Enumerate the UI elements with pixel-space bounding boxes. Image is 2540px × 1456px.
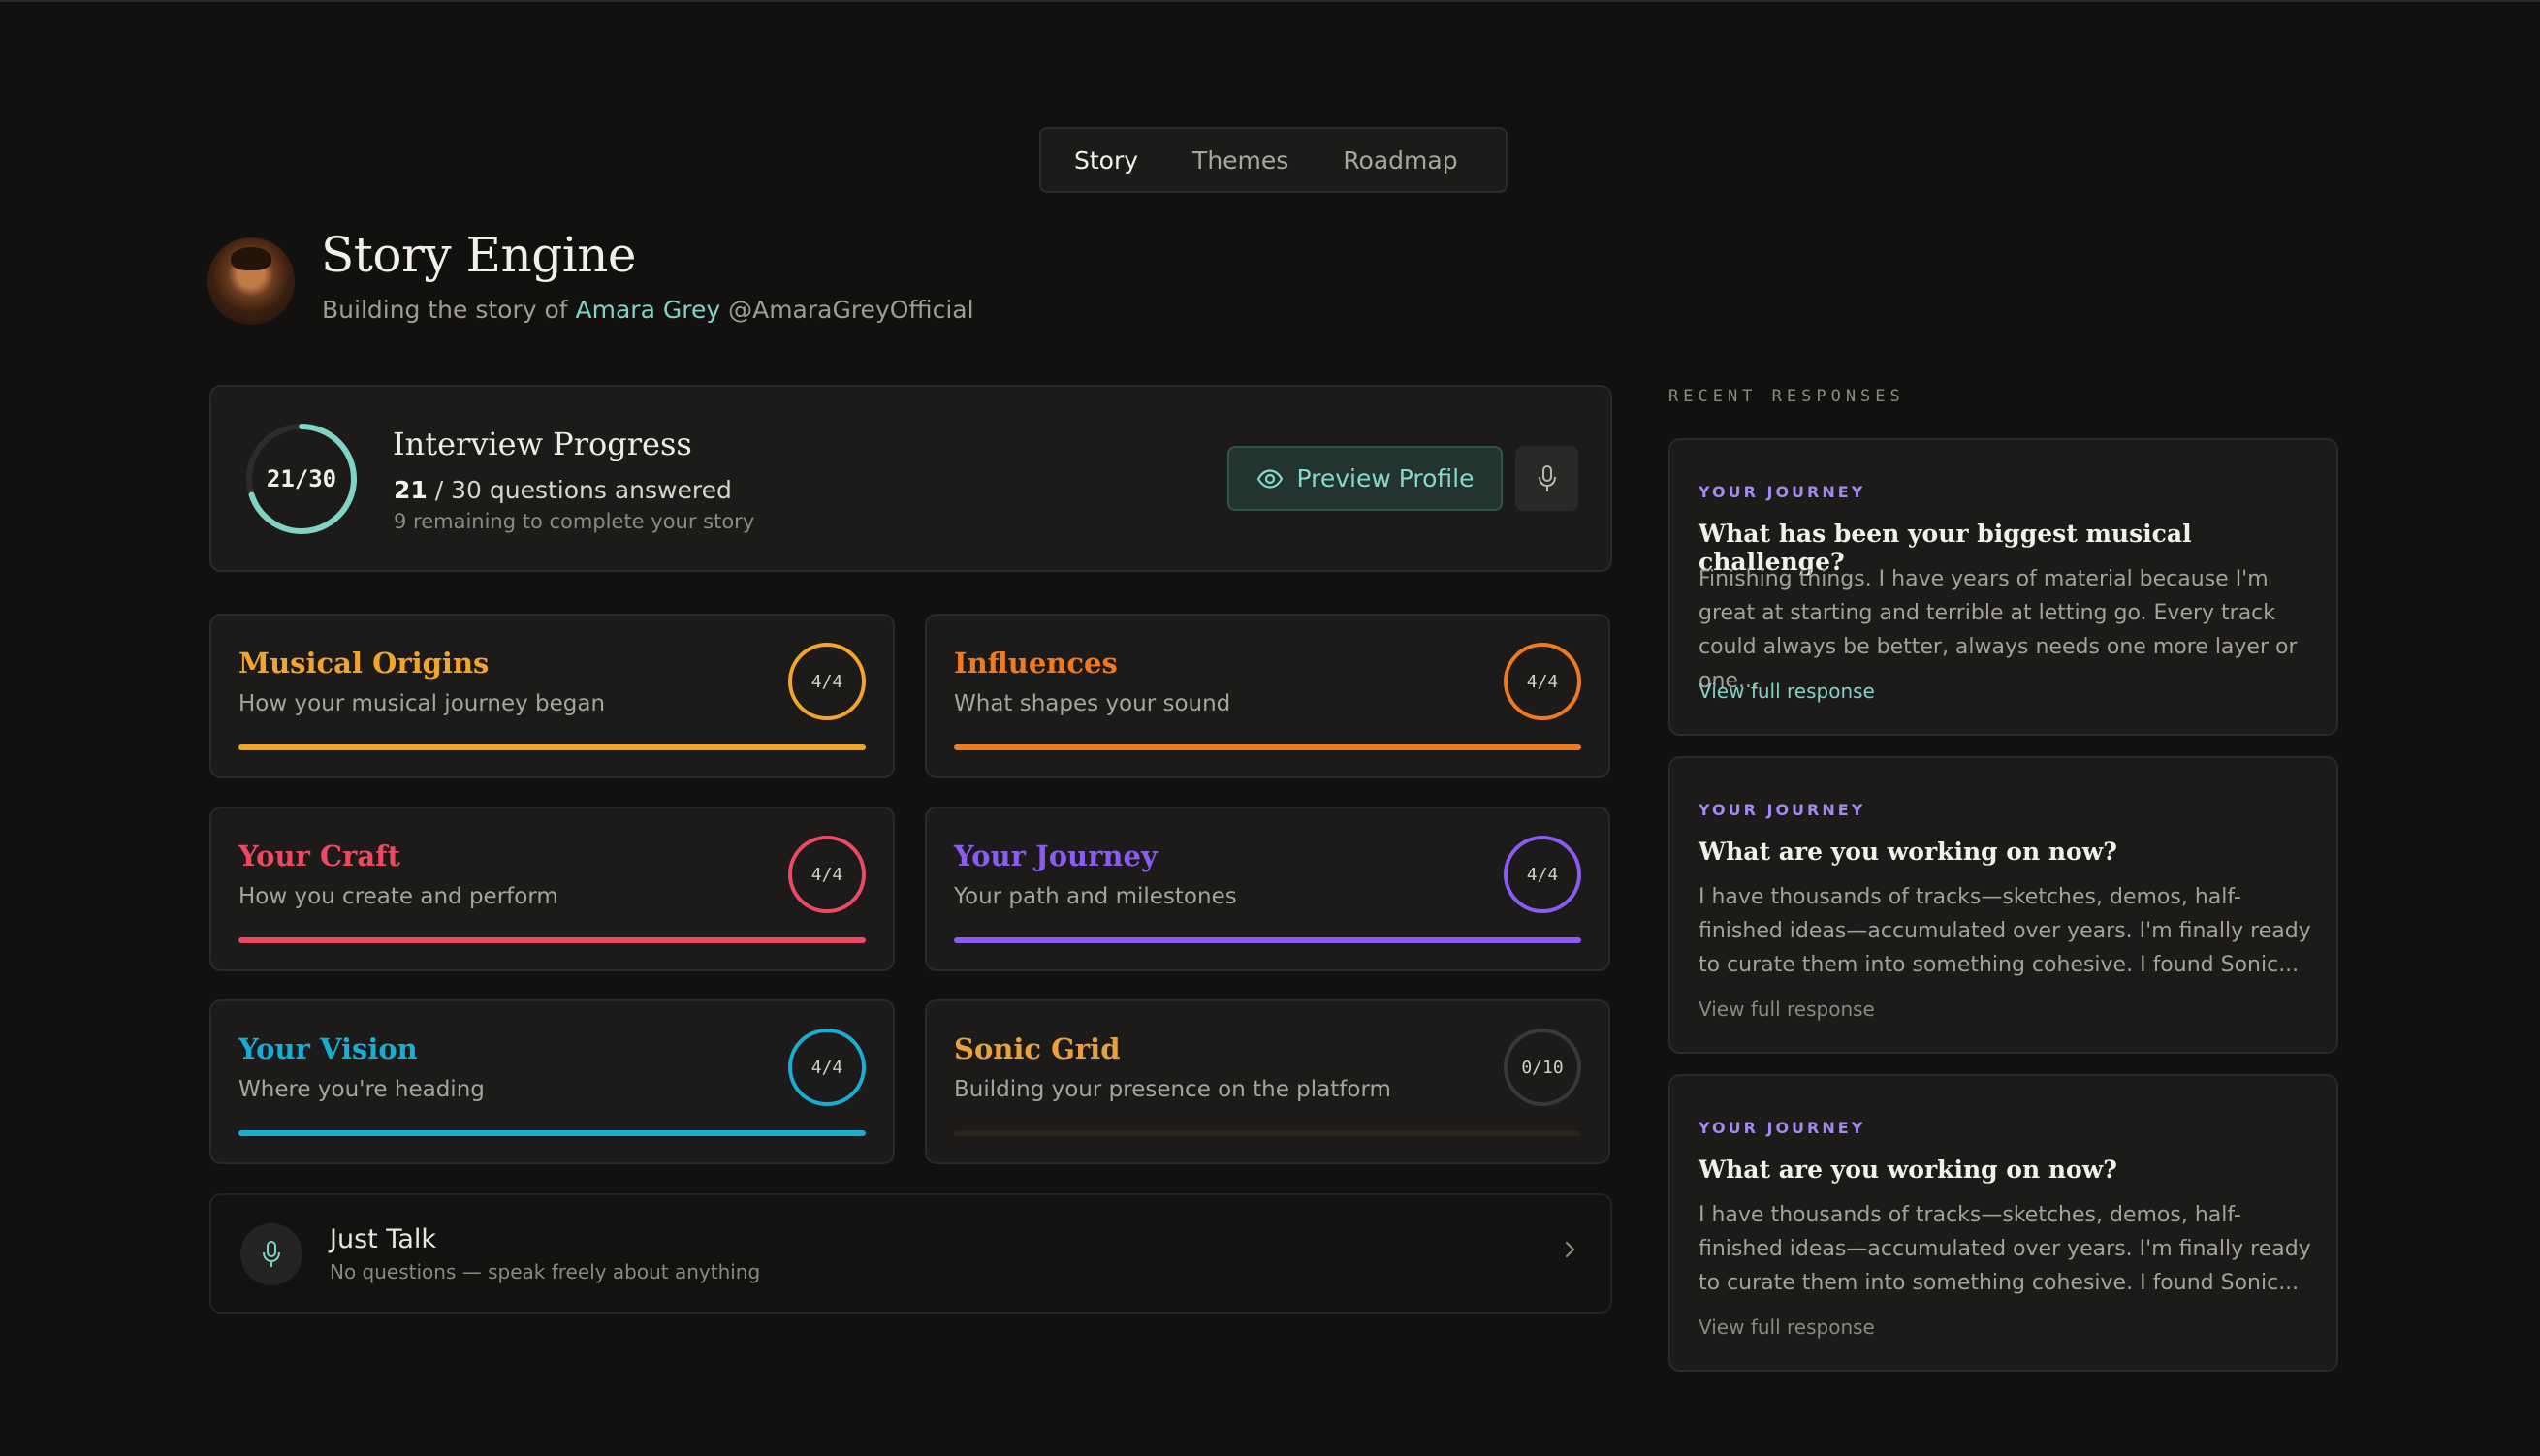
chevron-right-icon [1565, 1241, 1575, 1258]
recent-responses-label: RECENT RESPONSES [1668, 387, 1905, 406]
category-title: Musical Origins [238, 647, 490, 680]
category-progress-bar [238, 1130, 866, 1136]
category-count-ring: 4/4 [788, 836, 866, 913]
category-progress-bar [954, 744, 1581, 750]
category-card-musical-origins[interactable]: Musical Origins How your musical journey… [209, 614, 895, 778]
just-talk-button[interactable]: Just Talk No questions — speak freely ab… [209, 1193, 1612, 1314]
response-tag: YOUR JOURNEY [1699, 801, 1866, 819]
answered-count: 21 [394, 476, 428, 504]
category-subtitle: How your musical journey began [238, 691, 606, 716]
category-title: Your Craft [238, 839, 401, 872]
category-card-your-vision[interactable]: Your Vision Where you're heading 4/4 [209, 999, 895, 1164]
tab-themes[interactable]: Themes [1165, 136, 1316, 184]
category-count-ring: 4/4 [788, 1029, 866, 1106]
category-count-ring: 0/10 [1504, 1029, 1581, 1106]
interview-progress-card: 21/30 Interview Progress 21 / 30 questio… [209, 385, 1612, 572]
response-answer: Finishing things. I have years of materi… [1699, 567, 2298, 693]
category-card-influences[interactable]: Influences What shapes your sound 4/4 [925, 614, 1610, 778]
view-full-response-link[interactable]: View full response [1699, 1315, 1875, 1339]
response-question: What are you working on now? [1699, 838, 2117, 866]
category-title: Sonic Grid [954, 1032, 1121, 1065]
progress-ring-label: 21/30 [266, 465, 337, 492]
view-full-response-link[interactable]: View full response [1699, 680, 1875, 703]
subtitle-prefix: Building the story of [322, 296, 576, 324]
just-talk-title: Just Talk [330, 1224, 437, 1254]
category-count-ring: 4/4 [788, 643, 866, 720]
page-title: Story Engine [321, 227, 636, 283]
response-question: What are you working on now? [1699, 1155, 2117, 1184]
category-title: Your Journey [954, 839, 1158, 872]
category-count-ring: 4/4 [1504, 836, 1581, 913]
view-tabs: Story Themes Roadmap [1039, 127, 1508, 193]
category-progress-bar [238, 937, 866, 943]
category-card-sonic-grid[interactable]: Sonic Grid Building your presence on the… [925, 999, 1610, 1164]
artist-handle: @AmaraGreyOfficial [720, 296, 974, 324]
mic-icon [1538, 464, 1556, 491]
response-answer: I have thousands of tracks—sketches, dem… [1699, 1203, 2311, 1295]
response-answer: I have thousands of tracks—sketches, dem… [1699, 885, 2311, 977]
progress-remaining: 9 remaining to complete your story [394, 510, 755, 533]
category-subtitle: How you create and perform [238, 884, 558, 909]
category-subtitle: What shapes your sound [954, 691, 1231, 716]
category-progress-bar [954, 937, 1581, 943]
tab-roadmap[interactable]: Roadmap [1316, 136, 1484, 184]
page-subtitle: Building the story of Amara Grey @AmaraG… [322, 296, 974, 324]
category-subtitle: Where you're heading [238, 1077, 485, 1102]
response-card: YOUR JOURNEY What are you working on now… [1668, 1074, 2338, 1372]
progress-ring: 21/30 [244, 422, 359, 536]
response-card: YOUR JOURNEY What are you working on now… [1668, 756, 2338, 1054]
just-talk-subtitle: No questions — speak freely about anythi… [330, 1260, 761, 1283]
tab-story[interactable]: Story [1047, 136, 1165, 184]
category-subtitle: Your path and milestones [954, 884, 1237, 909]
eye-icon [1256, 468, 1283, 489]
avatar [207, 237, 295, 325]
just-talk-mic [240, 1223, 302, 1285]
category-count-ring: 4/4 [1504, 643, 1581, 720]
category-card-your-craft[interactable]: Your Craft How you create and perform 4/… [209, 807, 895, 971]
record-button[interactable] [1515, 446, 1578, 511]
progress-count: 21 / 30 questions answered [394, 476, 732, 504]
response-tag: YOUR JOURNEY [1699, 1119, 1866, 1137]
view-full-response-link[interactable]: View full response [1699, 997, 1875, 1021]
category-title: Your Vision [238, 1032, 418, 1065]
artist-name: Amara Grey [575, 296, 721, 324]
preview-profile-button[interactable]: Preview Profile [1227, 446, 1503, 511]
progress-title: Interview Progress [393, 426, 692, 462]
preview-profile-label: Preview Profile [1296, 464, 1475, 492]
category-subtitle: Building your presence on the platform [954, 1077, 1391, 1102]
mic-icon [263, 1241, 280, 1267]
count-suffix: / 30 questions answered [427, 476, 732, 504]
response-tag: YOUR JOURNEY [1699, 483, 1866, 501]
response-card: YOUR JOURNEY What has been your biggest … [1668, 438, 2338, 736]
category-title: Influences [954, 647, 1118, 680]
category-progress-bar [954, 1130, 1581, 1136]
category-progress-bar [238, 744, 866, 750]
category-card-your-journey[interactable]: Your Journey Your path and milestones 4/… [925, 807, 1610, 971]
